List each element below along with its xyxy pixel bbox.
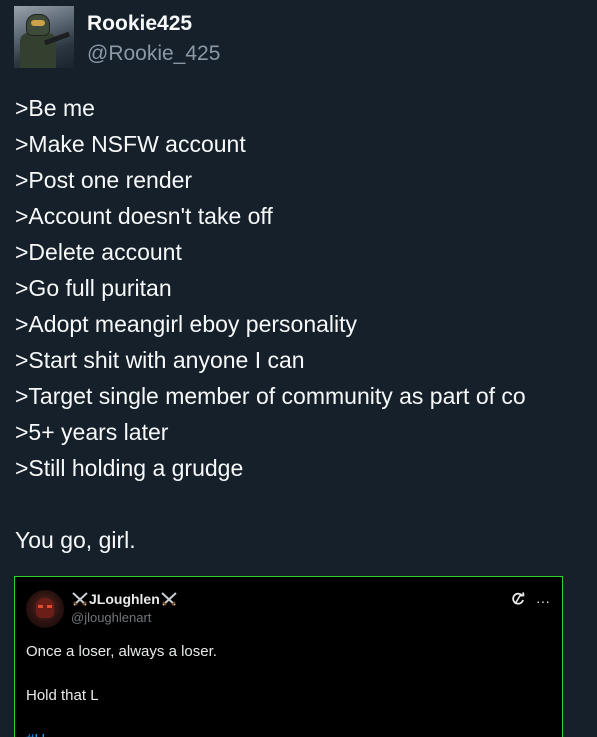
quoted-author-handle[interactable]: @jloughlenart: [71, 610, 151, 626]
crossed-swords-icon: [71, 591, 89, 607]
refresh-icon[interactable]: [510, 591, 526, 610]
quoted-author-avatar[interactable]: [26, 590, 64, 628]
tweet-line: >Delete account: [15, 239, 182, 265]
tweet-line: >Be me: [15, 95, 95, 121]
quoted-tweet-text: Once a loser, always a loser. Hold that …: [26, 641, 217, 737]
tweet-line: >Post one render: [15, 167, 193, 193]
tweet-line: >Target single member of community as pa…: [15, 383, 526, 409]
quoted-line: Hold that L: [26, 687, 99, 704]
author-avatar[interactable]: [14, 6, 74, 68]
author-display-name[interactable]: Rookie425: [87, 12, 220, 36]
quoted-author-name[interactable]: JLoughlen: [71, 590, 178, 608]
avatar-figure-visor: [31, 20, 45, 26]
tweet-header: Rookie425 @Rookie_425: [14, 6, 220, 68]
avatar-eye: [47, 605, 52, 608]
tweet-line: >Go full puritan: [15, 275, 172, 301]
avatar-eye: [38, 605, 43, 608]
author-handle[interactable]: @Rookie_425: [87, 42, 220, 66]
quoted-tweet-actions: ···: [510, 591, 550, 610]
more-icon[interactable]: ···: [536, 593, 550, 609]
tweet-closing: You go, girl.: [15, 527, 136, 553]
tweet-line: >Make NSFW account: [15, 131, 246, 157]
tweet-line: >Adopt meangirl eboy personality: [15, 311, 358, 337]
tweet-body: >Be me >Make NSFW account >Post one rend…: [15, 90, 597, 558]
tweet-line: >5+ years later: [15, 419, 169, 445]
avatar-mask: [36, 598, 54, 618]
quoted-author-display-name: JLoughlen: [89, 591, 160, 607]
tweet-line: >Start shit with anyone I can: [15, 347, 305, 373]
quoted-hashtag[interactable]: #H...: [26, 729, 217, 737]
quoted-line: Once a loser, always a loser.: [26, 643, 217, 660]
quoted-tweet-card[interactable]: JLoughlen @jloughlenart ··· Once a loser…: [14, 576, 563, 737]
tweet-line: >Account doesn't take off: [15, 203, 273, 229]
author-names: Rookie425 @Rookie_425: [87, 12, 220, 66]
tweet-line: >Still holding a grudge: [15, 455, 244, 481]
crossed-swords-icon: [160, 591, 178, 607]
